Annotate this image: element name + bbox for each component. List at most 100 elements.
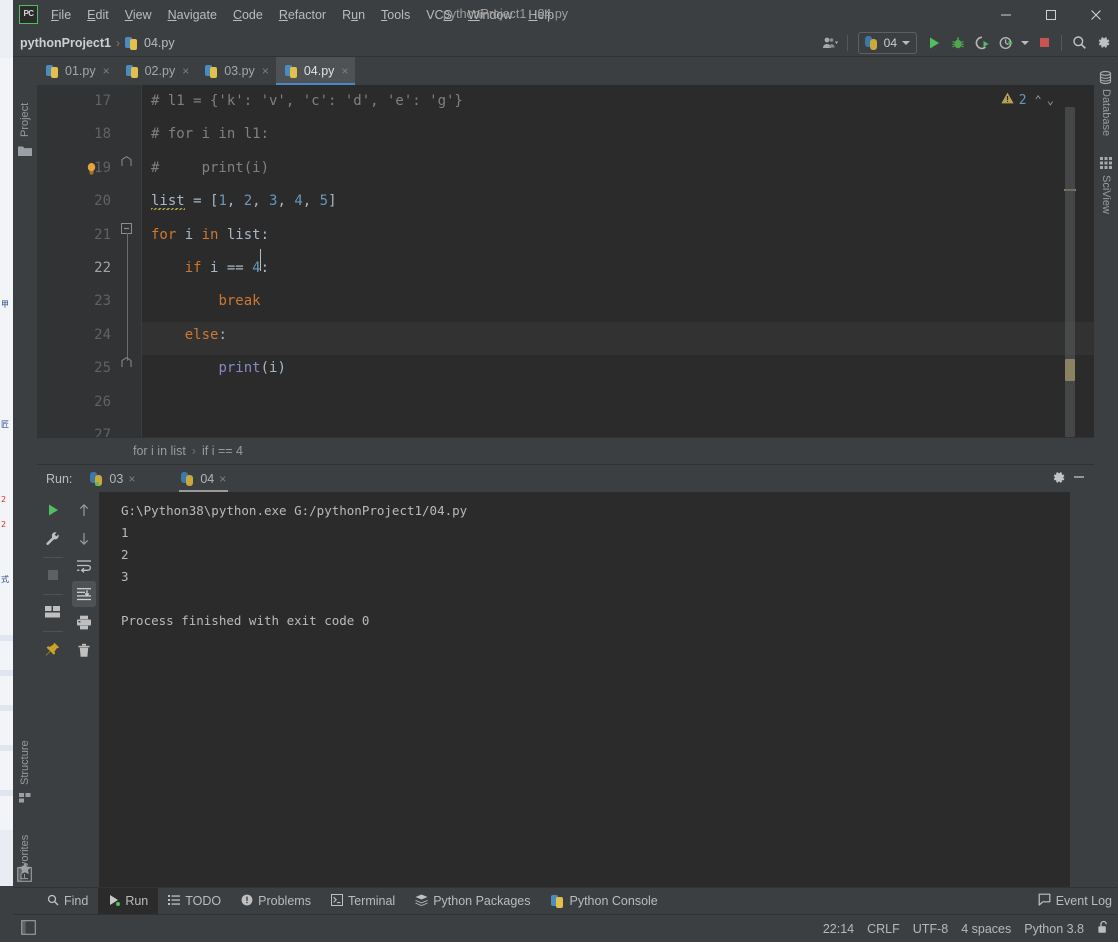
breadcrumb-part-2[interactable]: if i == 4 (202, 444, 243, 458)
console-line: Process finished with exit code 0 (121, 613, 370, 628)
toolbar-divider-2 (42, 594, 63, 595)
intention-bulb-icon[interactable] (85, 162, 98, 175)
scroll-to-end-button[interactable] (71, 581, 96, 607)
user-account-icon[interactable] (819, 32, 841, 54)
toolbar-divider (42, 557, 63, 558)
maximize-icon[interactable] (1028, 0, 1073, 29)
code-folding-gutter[interactable] (117, 85, 142, 437)
bottom-tab-python-console[interactable]: Python Console (541, 888, 668, 914)
editor-tab-04[interactable]: 04.py × (275, 57, 356, 85)
fold-end-icon-2[interactable] (121, 356, 132, 367)
console-line: G:\Python38\python.exe G:/pythonProject1… (121, 503, 468, 518)
background-window-top (0, 0, 13, 58)
stop-button[interactable] (1033, 32, 1055, 54)
code-token: 1 (218, 193, 227, 210)
editor-tab-02[interactable]: 02.py × (117, 57, 197, 85)
search-everywhere-icon[interactable] (1068, 32, 1090, 54)
profile-button[interactable] (995, 32, 1017, 54)
main-body: Project Structure Favorites Database Sci… (13, 57, 1118, 889)
next-problem-icon[interactable]: ⌄ (1047, 93, 1054, 107)
close-icon[interactable]: × (219, 472, 226, 486)
run-tab-03[interactable]: 03 × (82, 465, 143, 492)
python-icon (550, 894, 565, 908)
file-encoding[interactable]: UTF-8 (913, 922, 948, 936)
soft-wrap-button[interactable] (72, 553, 96, 579)
settings-gear-icon[interactable] (1092, 32, 1114, 54)
sidebar-item-sciview[interactable]: SciView (1094, 175, 1118, 237)
unlocked-icon[interactable] (1097, 920, 1110, 937)
run-settings-gear-icon[interactable] (1051, 470, 1066, 488)
bottom-tab-terminal[interactable]: Terminal (321, 888, 405, 914)
close-icon[interactable]: × (182, 64, 189, 78)
inspection-widget[interactable]: 2 ⌃ ⌄ (1001, 92, 1054, 108)
editor-scrollbar-thumb[interactable] (1065, 359, 1075, 381)
breadcrumb-part-1[interactable]: for i in list (133, 444, 186, 458)
close-icon[interactable] (1073, 0, 1118, 29)
profile-dropdown-icon[interactable] (1019, 32, 1031, 54)
line-separator[interactable]: CRLF (867, 922, 900, 936)
sidebar-item-project[interactable]: Project (13, 75, 37, 137)
rerun-button[interactable] (41, 497, 65, 523)
caret-position[interactable]: 22:14 (823, 922, 854, 936)
stop-process-button[interactable] (41, 562, 65, 588)
console-output[interactable]: G:\Python38\python.exe G:/pythonProject1… (99, 492, 1070, 889)
console-line: 2 (121, 547, 129, 562)
close-icon[interactable]: × (103, 64, 110, 78)
close-icon[interactable]: × (128, 472, 135, 486)
close-icon[interactable]: × (262, 64, 269, 78)
editor-tab-01[interactable]: 01.py × (37, 57, 117, 85)
search-icon (47, 894, 59, 909)
sidebar-item-database[interactable]: Database (1094, 89, 1118, 157)
layout-button[interactable] (41, 599, 65, 625)
run-tool-label: Run: (46, 471, 73, 486)
bottom-tab-todo[interactable]: TODO (158, 888, 231, 914)
previous-problem-icon[interactable]: ⌃ (1035, 93, 1042, 107)
run-with-coverage-button[interactable] (971, 32, 993, 54)
run-button[interactable] (923, 32, 945, 54)
python-interpreter[interactable]: Python 3.8 (1024, 922, 1084, 936)
bottom-tab-python-packages[interactable]: Python Packages (405, 888, 540, 914)
modify-run-config-button[interactable] (41, 525, 65, 551)
code-token: # l1 = {'k': 'v', 'c': 'd', 'e': 'g'} (151, 93, 463, 109)
event-log-button[interactable]: Event Log (1038, 888, 1112, 914)
bottom-tab-label: Find (64, 894, 89, 908)
code-token-warning: list (151, 193, 185, 211)
background-row (0, 790, 13, 796)
window-layout-icon[interactable] (17, 867, 32, 885)
minimize-icon[interactable] (983, 0, 1028, 29)
bottom-tab-find[interactable]: Find (37, 888, 98, 914)
code-editor[interactable]: 17 18 19 20 21 22 23 24 25 26 27 # l1 = … (37, 85, 1094, 443)
editor-tab-03[interactable]: 03.py × (196, 57, 276, 85)
editor-tab-label: 02.py (144, 64, 176, 78)
breadcrumb-file[interactable]: 04.py (144, 36, 175, 50)
sidebar-item-structure[interactable]: Structure (13, 717, 37, 785)
code-token: ] (328, 193, 337, 210)
status-left (21, 919, 36, 938)
down-the-stack-button[interactable] (72, 525, 96, 551)
debug-button[interactable] (947, 32, 969, 54)
editor-scrollbar[interactable] (1065, 107, 1075, 437)
bottom-tab-problems[interactable]: Problems (231, 888, 321, 914)
code-text[interactable]: # l1 = {'k': 'v', 'c': 'd', 'e': 'g'} # … (141, 85, 1058, 437)
print-button[interactable] (72, 609, 96, 635)
code-token: , (302, 193, 320, 210)
close-icon[interactable]: × (341, 64, 348, 78)
fold-end-icon[interactable] (121, 155, 132, 166)
up-the-stack-button[interactable] (72, 497, 96, 523)
code-token: else (184, 326, 219, 343)
run-tab-04[interactable]: 04 × (173, 465, 234, 492)
indent-setting[interactable]: 4 spaces (961, 922, 1011, 936)
hide-panel-icon[interactable] (1072, 470, 1090, 487)
bottom-tab-run[interactable]: Run (98, 888, 159, 914)
fold-start-icon[interactable] (121, 222, 132, 234)
clear-all-button[interactable] (72, 637, 96, 663)
play-icon (108, 894, 121, 909)
pin-tab-button[interactable] (41, 636, 65, 662)
window-layout-toggle-icon[interactable] (21, 919, 36, 938)
run-tab-label: 04 (200, 471, 215, 486)
run-configuration-selector[interactable]: 04 (857, 31, 917, 54)
code-token: print (218, 360, 261, 377)
breadcrumb-project[interactable]: pythonProject1 (20, 36, 111, 50)
code-token: , (252, 193, 270, 210)
background-row (0, 745, 13, 751)
